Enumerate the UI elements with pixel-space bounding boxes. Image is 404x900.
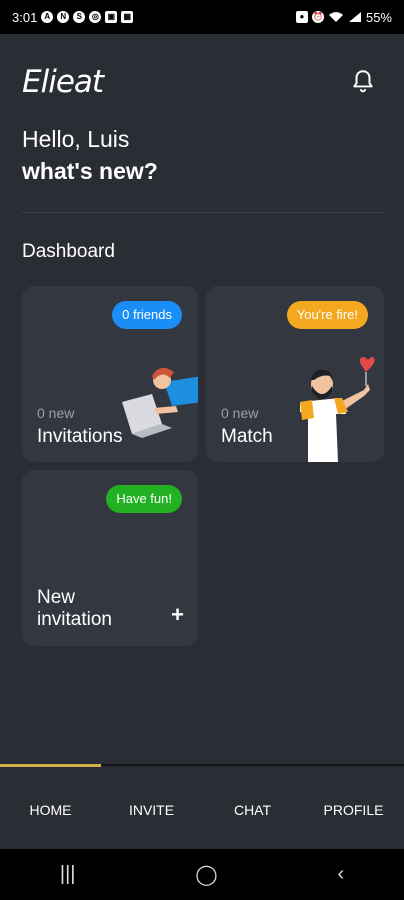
- fire-badge: You're fire!: [286, 301, 368, 329]
- invitations-card[interactable]: 0 friends 0 new Invitations: [22, 286, 198, 462]
- invitations-count: 0 new: [37, 405, 75, 421]
- new-invitation-card[interactable]: Have fun! New invitation +: [22, 470, 198, 646]
- friends-badge: 0 friends: [112, 301, 182, 329]
- app-notification-icon: A: [41, 11, 54, 23]
- settings-notification-icon: ▦: [121, 11, 134, 23]
- battery-percent: 55%: [365, 9, 392, 25]
- match-count: 0 new: [221, 405, 259, 421]
- signal-icon: [348, 12, 361, 22]
- match-card[interactable]: You're fire! 0 new Match: [206, 286, 384, 462]
- app-notification-icon-2: S: [73, 11, 86, 23]
- greeting-whats-new: what's new?: [22, 158, 158, 184]
- tab-home[interactable]: HOME: [0, 767, 101, 849]
- wifi-icon: [328, 12, 343, 22]
- gallery-notification-icon: ▣: [105, 11, 118, 23]
- man-with-heart-illustration: [300, 357, 375, 462]
- new-invitation-title: New invitation: [37, 587, 112, 631]
- person-laptop-illustration: [122, 367, 198, 438]
- status-right: ● ⏰ 55%: [295, 9, 392, 25]
- match-title: Match: [221, 426, 273, 447]
- tab-profile[interactable]: PROFILE: [303, 767, 404, 849]
- bottom-nav: HOME INVITE CHAT PROFILE: [0, 767, 404, 849]
- notifications-bell-icon[interactable]: [350, 68, 376, 94]
- app-logo: Elieat: [22, 64, 104, 100]
- greeting-hello: Hello, Luis: [22, 126, 130, 152]
- invitations-title: Invitations: [37, 426, 123, 447]
- android-nav-bar: ||| ◯ ‹: [0, 849, 404, 900]
- instagram-notification-icon: ◎: [89, 11, 102, 23]
- have-fun-badge: Have fun!: [106, 485, 182, 513]
- dashboard-title: Dashboard: [22, 241, 115, 262]
- add-invitation-plus-icon[interactable]: +: [171, 602, 184, 628]
- netflix-notification-icon: N: [57, 11, 70, 23]
- lock-icon: ●: [295, 11, 308, 23]
- tab-invite[interactable]: INVITE: [101, 767, 202, 849]
- back-chevron-icon[interactable]: ‹: [337, 863, 344, 886]
- app-header: Elieat: [0, 34, 404, 114]
- status-left: 3:01 A N S ◎ ▣ ▦: [12, 9, 134, 25]
- recent-apps-icon[interactable]: |||: [60, 863, 76, 886]
- status-bar: 3:01 A N S ◎ ▣ ▦ ● ⏰ 55%: [0, 0, 404, 34]
- home-circle-icon[interactable]: ◯: [195, 862, 217, 887]
- new-invitation-title-line1: New: [37, 587, 76, 608]
- tab-chat[interactable]: CHAT: [202, 767, 303, 849]
- new-invitation-title-line2: invitation: [37, 609, 112, 630]
- logo-text: Elieat: [22, 64, 104, 100]
- divider: [22, 212, 384, 213]
- alarm-icon: ⏰: [311, 11, 324, 23]
- status-time: 3:01: [12, 9, 38, 25]
